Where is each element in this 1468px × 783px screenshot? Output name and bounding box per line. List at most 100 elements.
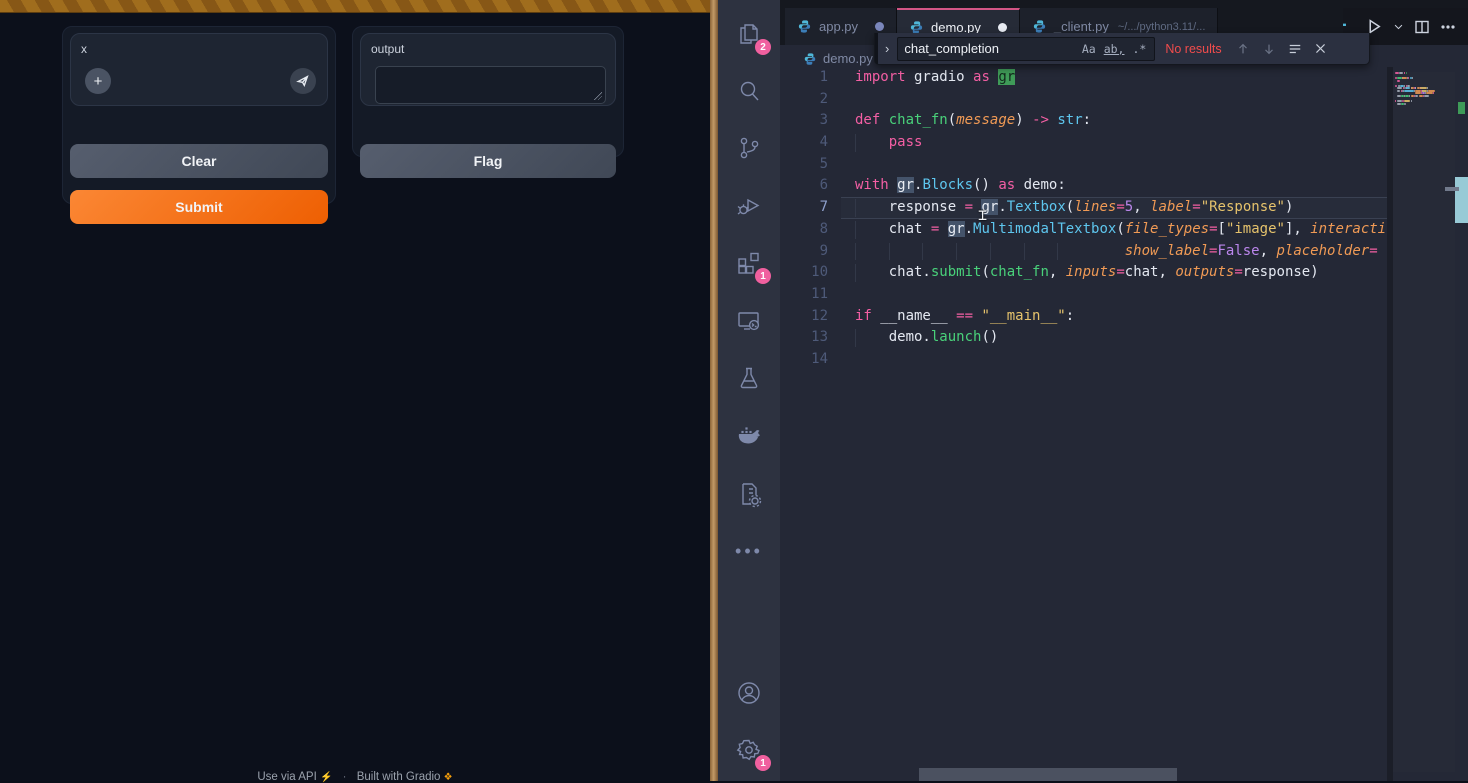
line-number: 11 xyxy=(780,284,828,306)
activity-item-additional-views[interactable]: ••• xyxy=(718,528,780,574)
api-lightning-icon: ⚡ xyxy=(320,772,332,783)
code-text: import gradio as gr xyxy=(855,67,1015,89)
multimodal-textbox-group[interactable]: x + xyxy=(70,33,328,106)
output-textarea[interactable] xyxy=(375,66,606,104)
code-line-9[interactable]: 9 show_label=False, placeholder= xyxy=(780,241,1387,263)
line-number: 6 xyxy=(780,175,828,197)
account-icon xyxy=(735,679,763,707)
code-text: show_label=False, placeholder= xyxy=(855,241,1378,263)
remote-explorer-icon xyxy=(735,307,763,335)
source-control-icon xyxy=(735,134,763,162)
activity-item-source-control[interactable] xyxy=(718,125,780,171)
whole-word-toggle[interactable]: ab, xyxy=(1100,42,1129,56)
overview-visible-range-marker[interactable] xyxy=(1455,177,1468,223)
resize-handle-icon[interactable] xyxy=(594,92,602,100)
code-line-11[interactable]: 11 xyxy=(780,284,1387,306)
activity-item-testing[interactable] xyxy=(718,355,780,401)
tab-description: ~/.../python3.11/... xyxy=(1118,21,1206,33)
overview-ruler[interactable] xyxy=(1455,45,1468,781)
activity-item-tasks[interactable] xyxy=(718,471,780,517)
tab-label: app.py xyxy=(819,19,858,34)
minimap[interactable] xyxy=(1393,72,1455,772)
more-actions-button[interactable] xyxy=(1440,19,1456,35)
unsaved-dot-icon xyxy=(998,23,1007,32)
code-line-5[interactable]: 5 xyxy=(780,154,1387,176)
line-number: 8 xyxy=(780,219,828,241)
code-line-14[interactable]: 14 xyxy=(780,349,1387,371)
code-line-6[interactable]: 6with gr.Blocks() as demo: xyxy=(780,175,1387,197)
find-input[interactable] xyxy=(904,41,1078,56)
minimap-line xyxy=(1433,92,1434,94)
close-icon[interactable] xyxy=(1314,42,1327,55)
next-match-button[interactable] xyxy=(1262,42,1276,56)
activity-item-remote-explorer[interactable] xyxy=(718,298,780,344)
code-line-12[interactable]: 12if __name__ == "__main__": xyxy=(780,306,1387,328)
input-label: x xyxy=(81,42,87,56)
docker-icon xyxy=(735,423,763,451)
code-line-10[interactable]: 10 chat.submit(chat_fn, inputs=chat, out… xyxy=(780,262,1387,284)
output-textbox-group: output xyxy=(360,33,616,106)
activity-item-manage[interactable]: 1 xyxy=(718,727,780,773)
line-number: 7 xyxy=(780,197,828,219)
tab-label: _client.py xyxy=(1054,19,1109,34)
clear-button[interactable]: Clear xyxy=(70,144,328,178)
split-editor-button[interactable] xyxy=(1414,19,1430,35)
mouse-text-cursor: ⌶ xyxy=(978,206,987,224)
find-input-box: Aa ab, .* xyxy=(897,37,1155,61)
activity-item-accounts[interactable] xyxy=(718,670,780,716)
code-text: chat.submit(chat_fn, inputs=chat, output… xyxy=(855,262,1319,284)
minimap-line xyxy=(1411,100,1412,102)
match-case-toggle[interactable]: Aa xyxy=(1078,42,1100,56)
code-text: pass xyxy=(855,132,922,154)
line-number: 10 xyxy=(780,262,828,284)
minimap-line xyxy=(1397,100,1402,102)
activity-item-extensions[interactable]: 1 xyxy=(718,240,780,286)
activity-item-docker[interactable] xyxy=(718,414,780,460)
activity-item-explorer[interactable]: 2 xyxy=(718,11,780,57)
flag-button[interactable]: Flag xyxy=(360,144,616,178)
activity-item-run-and-debug[interactable] xyxy=(718,182,780,228)
code-line-13[interactable]: 13 demo.launch() xyxy=(780,327,1387,349)
run-dropdown-chevron-icon[interactable] xyxy=(1393,21,1404,32)
submit-button[interactable]: Submit xyxy=(70,190,328,224)
send-icon[interactable] xyxy=(290,68,316,94)
overview-occurrence-marker xyxy=(1458,102,1465,114)
vscode-window: 21•••1 app.py demo.py _client.py~/.../py… xyxy=(718,0,1468,781)
find-in-selection-button[interactable] xyxy=(1288,42,1302,56)
minimap-line xyxy=(1399,72,1403,74)
horizontal-scrollbar[interactable] xyxy=(919,768,1177,781)
minimap-line xyxy=(1397,80,1399,82)
activity-item-search[interactable] xyxy=(718,68,780,114)
use-via-api-link[interactable]: Use via API xyxy=(257,771,316,783)
line-number: 2 xyxy=(780,89,828,111)
attach-file-button[interactable]: + xyxy=(85,68,111,94)
code-editor[interactable]: 1 import gradio as gr 23def chat_fn(messag… xyxy=(780,67,1387,727)
minimap-line xyxy=(1420,87,1426,89)
code-line-8[interactable]: 8 chat = gr.MultimodalTextbox(file_types… xyxy=(780,219,1387,241)
code-line-7[interactable]: 7 response = gr.Textbox(lines=5, label="… xyxy=(780,197,1387,219)
code-text: demo.launch() xyxy=(855,327,998,349)
activity-bar: 2 1 ••• 1 xyxy=(718,0,780,781)
minimap-line xyxy=(1424,95,1430,97)
previous-match-button[interactable] xyxy=(1236,42,1250,56)
minimap-line xyxy=(1397,87,1402,89)
run-debug-icon xyxy=(735,191,763,219)
gradio-app-window: x + Clear Submit output Flag Use via API… xyxy=(0,0,710,781)
line-number: 1 xyxy=(780,67,828,89)
overview-handle[interactable] xyxy=(1445,187,1459,191)
code-line-4[interactable]: 4 pass xyxy=(780,132,1387,154)
breadcrumb-file[interactable]: demo.py xyxy=(823,51,873,66)
regex-toggle[interactable]: .* xyxy=(1128,42,1150,56)
python-icon xyxy=(1032,19,1047,34)
built-with-gradio-link[interactable]: Built with Gradio xyxy=(357,771,441,783)
code-text: chat = gr.MultimodalTextbox(file_types=[… xyxy=(855,219,1387,241)
minimap-line xyxy=(1406,87,1410,89)
unsaved-dot-icon xyxy=(875,22,884,31)
minimap-line xyxy=(1406,72,1407,74)
minimap-line xyxy=(1404,103,1405,105)
code-line-2[interactable]: 2 xyxy=(780,89,1387,111)
code-line-3[interactable]: 3def chat_fn(message) -> str: xyxy=(780,110,1387,132)
toggle-replace-chevron-icon[interactable]: › xyxy=(878,41,897,56)
code-line-1[interactable]: 1 import gradio as gr xyxy=(780,67,1387,89)
badge-count: 1 xyxy=(755,755,771,771)
